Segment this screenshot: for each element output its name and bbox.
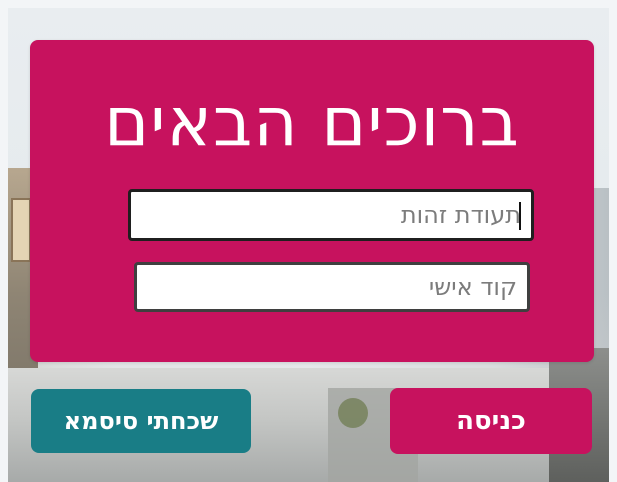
login-page: ברוכים הבאים כניסה שכחתי סיסמא [0, 0, 617, 482]
text-caret [519, 202, 521, 230]
personal-code-field[interactable] [134, 262, 530, 312]
background-window [11, 198, 31, 262]
id-number-field[interactable] [128, 189, 534, 241]
personal-code-input[interactable] [137, 265, 527, 309]
id-number-input[interactable] [131, 192, 531, 238]
background-bush [338, 398, 368, 428]
welcome-title: ברוכים הבאים [104, 83, 520, 162]
forgot-password-button[interactable]: שכחתי סיסמא [31, 389, 251, 453]
login-card: ברוכים הבאים [30, 40, 594, 362]
enter-button[interactable]: כניסה [390, 388, 592, 454]
